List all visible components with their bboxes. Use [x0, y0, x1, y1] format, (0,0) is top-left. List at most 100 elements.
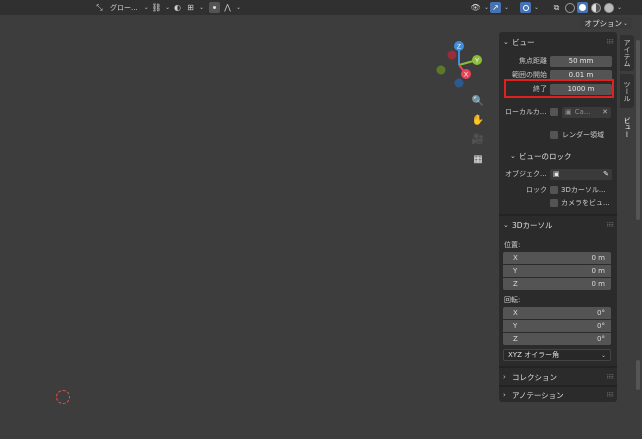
- lock-camera-row: カメラをビュ...: [499, 197, 617, 209]
- focal-length-field[interactable]: 50 mm: [550, 55, 612, 67]
- lock-camera-label: カメラをビュ...: [561, 199, 610, 207]
- eyedropper-icon[interactable]: ✎: [603, 170, 609, 178]
- axis-value: 0 m: [591, 254, 606, 262]
- xray-icon[interactable]: ⧉: [551, 2, 562, 13]
- grid-perspective-icon[interactable]: ▦: [471, 152, 485, 166]
- 3d-cursor: [56, 390, 70, 404]
- tab-item[interactable]: アイテム: [620, 35, 634, 71]
- lock-camera-checkbox[interactable]: [550, 199, 558, 207]
- cursor-section-header[interactable]: ⌄ 3Dカーソル ⠿⠿: [499, 217, 617, 233]
- wireframe-shading-icon[interactable]: [564, 2, 575, 13]
- falloff-curve-icon: ⋀: [224, 3, 231, 12]
- lock-object-row: オブジェク... ▣ ✎: [499, 168, 617, 180]
- drag-handle-icon[interactable]: ⠿⠿: [606, 374, 614, 381]
- render-region-label: レンダー領域: [562, 131, 604, 139]
- lock-label: ロック: [526, 186, 547, 194]
- axis-label: Y: [513, 322, 518, 330]
- collection-section-title: コレクション: [512, 372, 557, 382]
- drag-handle-icon[interactable]: ⠿⠿: [606, 39, 614, 46]
- z-axis-text: Z: [457, 44, 461, 51]
- object-icon: ▣: [553, 170, 560, 178]
- annotation-section-header[interactable]: › アノテーション ⠿⠿: [499, 387, 617, 403]
- visibility-menu[interactable]: 👁 ⌄: [470, 2, 489, 13]
- proportional-edit[interactable]: ⋀ ⌄: [209, 2, 241, 13]
- local-camera-value: Ca...: [574, 108, 591, 116]
- tab-view[interactable]: ビュー: [620, 111, 634, 143]
- chevron-down-icon: ⌄: [504, 4, 510, 11]
- chevron-down-icon: ⌄: [484, 4, 490, 11]
- rotation-y-field[interactable]: Y 0°: [503, 320, 611, 332]
- chevron-down-icon: ⌄: [600, 351, 606, 359]
- lock-cursor-checkbox[interactable]: [550, 186, 558, 194]
- axis-label: Z: [513, 335, 518, 343]
- axis-label: Y: [513, 267, 518, 275]
- local-camera-label: ローカルカ...: [505, 108, 547, 116]
- navigation-gizmo[interactable]: Z Y X: [432, 38, 486, 92]
- chevron-down-icon: ⌄: [617, 4, 623, 11]
- chevron-right-icon: ›: [503, 391, 506, 399]
- chevron-down-icon: ⌄: [503, 221, 509, 229]
- axis-value: 0 m: [591, 280, 606, 288]
- snap-menu[interactable]: ◐ ⊞ ⌄: [172, 2, 204, 13]
- local-camera-row: ローカルカ... ▣ Ca... ✕: [499, 106, 617, 118]
- orientation-menu[interactable]: ⤡ グロー... ⌄: [94, 2, 148, 13]
- render-region-checkbox[interactable]: [550, 131, 558, 139]
- pivot-menu[interactable]: ⛓ ⌄: [151, 2, 170, 13]
- viewport-header: ⤡ グロー... ⌄ ⛓ ⌄ ◐ ⊞ ⌄ ⋀ ⌄ 👁 ⌄ ↗ ⌄ ⌄ ⧉ ⌄: [0, 0, 642, 15]
- proportional-edit-toggle[interactable]: [209, 2, 220, 13]
- options-button[interactable]: オプション ⌄: [580, 17, 632, 29]
- view-section-header[interactable]: ⌄ ビュー ⠿⠿: [499, 34, 617, 50]
- chevron-down-icon: ⌄: [503, 38, 509, 46]
- local-camera-field[interactable]: ▣ Ca... ✕: [562, 106, 611, 118]
- chevron-down-icon: ⌄: [510, 152, 516, 160]
- camera-icon: ▣: [565, 108, 572, 116]
- hand-pan-icon[interactable]: ✋: [471, 113, 485, 127]
- lock-object-label: オブジェク...: [505, 170, 547, 178]
- local-camera-checkbox[interactable]: [550, 108, 558, 116]
- location-label-row: 位置:: [499, 239, 617, 251]
- zoom-icon[interactable]: 🔍: [471, 94, 485, 108]
- close-icon[interactable]: ✕: [602, 108, 608, 116]
- shading-controls[interactable]: ⧉ ⌄: [551, 2, 622, 13]
- drag-handle-icon[interactable]: ⠿⠿: [606, 392, 614, 399]
- section-divider: [499, 214, 617, 216]
- rotation-x-field[interactable]: X 0°: [503, 307, 611, 319]
- chevron-down-icon: ⌄: [236, 4, 242, 11]
- view-lock-header[interactable]: ⌄ ビューのロック: [499, 148, 617, 164]
- rotation-mode-select[interactable]: XYZ オイラー角 ⌄: [503, 349, 611, 361]
- sidebar-scrollbar-lower[interactable]: [636, 360, 640, 390]
- material-shading-icon[interactable]: [590, 2, 601, 13]
- chevron-down-icon: ⌄: [165, 4, 171, 11]
- focal-length-label: 焦点距離: [519, 57, 547, 65]
- axis-value: 0°: [597, 309, 605, 317]
- drag-handle-icon[interactable]: ⠿⠿: [606, 222, 614, 229]
- chevron-right-icon: ›: [503, 373, 506, 381]
- overlay-menu[interactable]: ⌄: [520, 2, 539, 13]
- location-label: 位置:: [504, 241, 521, 249]
- sidebar-scrollbar[interactable]: [636, 40, 640, 220]
- lock-cursor-row: ロック 3Dカーソル...: [499, 184, 617, 196]
- overlay-toggle[interactable]: [520, 2, 531, 13]
- camera-view-icon[interactable]: 🎥: [471, 132, 485, 146]
- tab-tool[interactable]: ツール: [620, 74, 634, 108]
- lock-object-field[interactable]: ▣ ✎: [550, 168, 612, 180]
- axis-label: X: [513, 309, 518, 317]
- options-label: オプション: [584, 18, 622, 28]
- solid-shading-icon[interactable]: [577, 2, 588, 13]
- neg-y-axis-handle[interactable]: [436, 65, 446, 75]
- chevron-down-icon: ⌄: [199, 4, 205, 11]
- location-z-field[interactable]: Z 0 m: [503, 278, 611, 290]
- neg-z-axis-handle[interactable]: [454, 78, 464, 88]
- rendered-shading-icon[interactable]: [603, 2, 614, 13]
- rotation-z-field[interactable]: Z 0°: [503, 333, 611, 345]
- gizmo-menu[interactable]: ↗ ⌄: [490, 2, 509, 13]
- y-axis-text: Y: [475, 58, 480, 65]
- location-x-field[interactable]: X 0 m: [503, 252, 611, 264]
- collection-section-header[interactable]: › コレクション ⠿⠿: [499, 369, 617, 385]
- axis-label: X: [513, 254, 518, 262]
- gizmo-toggle[interactable]: ↗: [490, 2, 501, 13]
- location-y-field[interactable]: Y 0 m: [503, 265, 611, 277]
- snap-target-icon: ⊞: [187, 3, 194, 12]
- section-divider: [499, 366, 617, 368]
- neg-x-axis-handle[interactable]: [447, 50, 457, 60]
